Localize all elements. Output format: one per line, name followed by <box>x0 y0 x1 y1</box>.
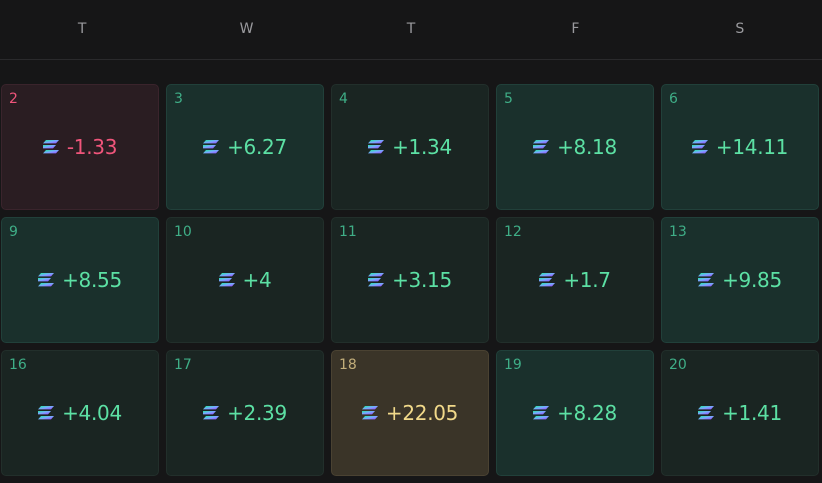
pnl-row: +8.55 <box>2 268 158 292</box>
pnl-value: +4.04 <box>62 401 122 425</box>
day-cell[interactable]: 6 +14.11 <box>661 84 819 210</box>
day-number: 6 <box>669 91 678 107</box>
day-cell[interactable]: 19 +8.28 <box>496 350 654 476</box>
day-cell[interactable]: 18 +22.05 <box>331 350 489 476</box>
weekday-label: F <box>571 21 580 37</box>
weekday-label: T <box>406 21 416 37</box>
day-number: 2 <box>9 91 18 107</box>
day-number: 20 <box>669 357 687 373</box>
day-cell[interactable]: 16 +4.04 <box>1 350 159 476</box>
day-cell[interactable]: 10 +4 <box>166 217 324 343</box>
solana-icon <box>218 273 235 287</box>
solana-icon <box>698 273 715 287</box>
weekday-label: S <box>735 21 745 37</box>
day-number: 11 <box>339 224 357 240</box>
pnl-row: +2.39 <box>167 401 323 425</box>
day-number: 19 <box>504 357 522 373</box>
day-cell[interactable]: 9 +8.55 <box>1 217 159 343</box>
day-number: 16 <box>9 357 27 373</box>
day-cell[interactable]: 3 +6.27 <box>166 84 324 210</box>
day-number: 3 <box>174 91 183 107</box>
solana-icon <box>691 140 708 154</box>
weekday-header: T W T F S <box>0 0 822 60</box>
pnl-row: +8.28 <box>497 401 653 425</box>
pnl-value: +4 <box>242 268 272 292</box>
pnl-value: +8.55 <box>62 268 122 292</box>
pnl-value: +22.05 <box>385 401 459 425</box>
pnl-row: +1.7 <box>497 268 653 292</box>
solana-icon <box>368 140 385 154</box>
day-cell[interactable]: 13 +9.85 <box>661 217 819 343</box>
weekday-label: T <box>77 21 87 37</box>
day-cell[interactable]: 2 -1.33 <box>1 84 159 210</box>
day-cell[interactable]: 12 +1.7 <box>496 217 654 343</box>
solana-icon <box>698 406 715 420</box>
pnl-row: +22.05 <box>332 401 488 425</box>
pnl-row: +9.85 <box>662 268 818 292</box>
day-number: 17 <box>174 357 192 373</box>
pnl-row: +6.27 <box>167 135 323 159</box>
solana-icon <box>38 406 55 420</box>
pnl-row: +14.11 <box>662 135 818 159</box>
pnl-value: +9.85 <box>722 268 782 292</box>
pnl-value: +6.27 <box>227 135 287 159</box>
pnl-row: +4.04 <box>2 401 158 425</box>
solana-icon <box>368 273 385 287</box>
solana-icon <box>533 406 550 420</box>
day-cell[interactable]: 4 +1.34 <box>331 84 489 210</box>
day-number: 18 <box>339 357 357 373</box>
day-cell[interactable]: 20 +1.41 <box>661 350 819 476</box>
pnl-row: +8.18 <box>497 135 653 159</box>
pnl-value: +1.34 <box>392 135 452 159</box>
day-number: 5 <box>504 91 513 107</box>
solana-icon <box>42 140 59 154</box>
day-cell[interactable]: 17 +2.39 <box>166 350 324 476</box>
day-number: 13 <box>669 224 687 240</box>
day-number: 4 <box>339 91 348 107</box>
pnl-value: +14.11 <box>715 135 789 159</box>
day-cell[interactable]: 11 +3.15 <box>331 217 489 343</box>
weekday-label: W <box>239 21 254 37</box>
pnl-value: +1.7 <box>563 268 611 292</box>
pnl-value: +3.15 <box>392 268 452 292</box>
pnl-value: -1.33 <box>66 135 118 159</box>
pnl-value: +8.18 <box>557 135 617 159</box>
solana-icon <box>203 406 220 420</box>
day-number: 10 <box>174 224 192 240</box>
pnl-row: +3.15 <box>332 268 488 292</box>
day-number: 9 <box>9 224 18 240</box>
solana-icon <box>539 273 556 287</box>
day-cell[interactable]: 5 +8.18 <box>496 84 654 210</box>
day-number: 12 <box>504 224 522 240</box>
pnl-row: -1.33 <box>2 135 158 159</box>
pnl-row: +4 <box>167 268 323 292</box>
pnl-row: +1.34 <box>332 135 488 159</box>
pnl-value: +8.28 <box>557 401 617 425</box>
solana-icon <box>361 406 378 420</box>
pnl-value: +2.39 <box>227 401 287 425</box>
solana-icon <box>533 140 550 154</box>
pnl-value: +1.41 <box>722 401 782 425</box>
solana-icon <box>38 273 55 287</box>
pnl-row: +1.41 <box>662 401 818 425</box>
solana-icon <box>203 140 220 154</box>
pnl-calendar: T W T F S 2 -1.33 3 +6.27 4 +1.34 5 +8.18 6 +14.1… <box>0 0 822 483</box>
